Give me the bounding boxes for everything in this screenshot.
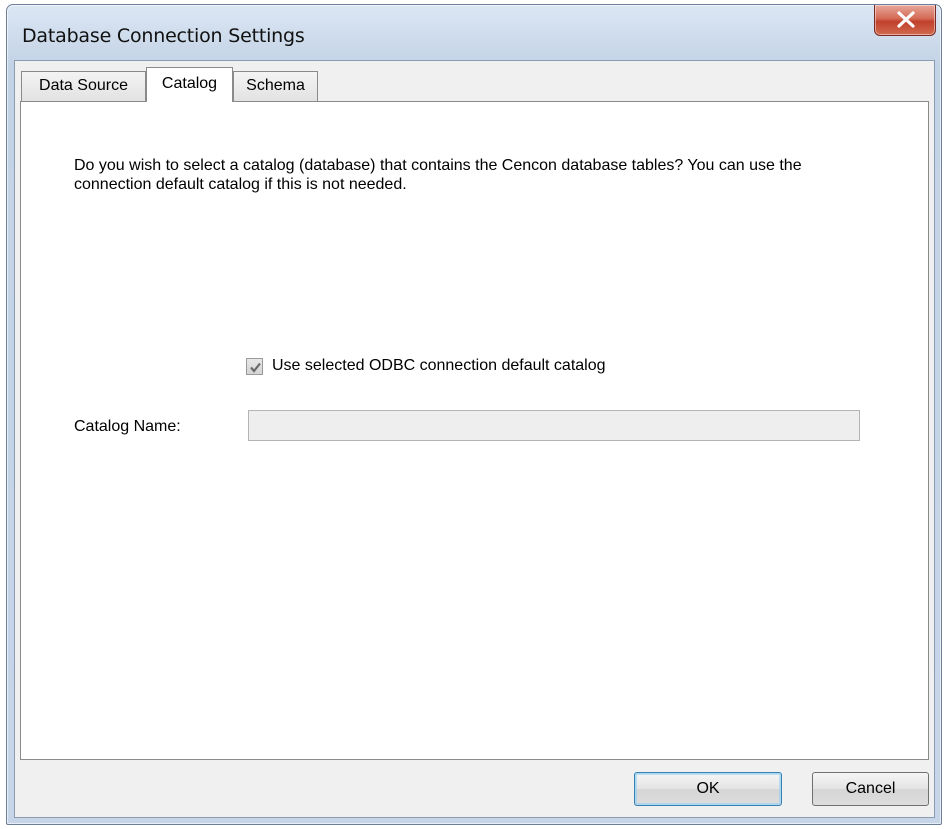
catalog-name-input[interactable] — [248, 410, 860, 441]
catalog-tab-panel: Do you wish to select a catalog (databas… — [20, 101, 929, 760]
close-icon — [897, 11, 915, 28]
tab-data-source[interactable]: Data Source — [21, 71, 146, 101]
use-default-catalog-option[interactable]: Use selected ODBC connection default cat… — [246, 357, 606, 375]
cancel-button[interactable]: Cancel — [812, 772, 929, 806]
description-text: Do you wish to select a catalog (databas… — [74, 157, 802, 193]
tab-label: Data Source — [39, 77, 128, 94]
ok-button[interactable]: OK — [634, 772, 782, 806]
title-bar[interactable]: Database Connection Settings — [7, 5, 941, 65]
tab-label: Schema — [246, 77, 305, 94]
use-default-catalog-label: Use selected ODBC connection default cat… — [272, 357, 606, 374]
tab-schema[interactable]: Schema — [233, 71, 318, 101]
checkmark-icon — [250, 362, 261, 373]
tab-label: Catalog — [161, 75, 218, 92]
dialog-client-area: Data Source Catalog Schema Do you wish t… — [14, 60, 935, 818]
use-default-catalog-checkbox[interactable] — [246, 357, 263, 375]
catalog-name-label: Catalog Name: — [74, 418, 181, 435]
dialog-window: Database Connection Settings Data Source… — [6, 4, 942, 825]
window-title: Database Connection Settings — [22, 25, 305, 47]
close-button[interactable] — [874, 5, 936, 36]
tab-catalog[interactable]: Catalog — [146, 67, 233, 102]
